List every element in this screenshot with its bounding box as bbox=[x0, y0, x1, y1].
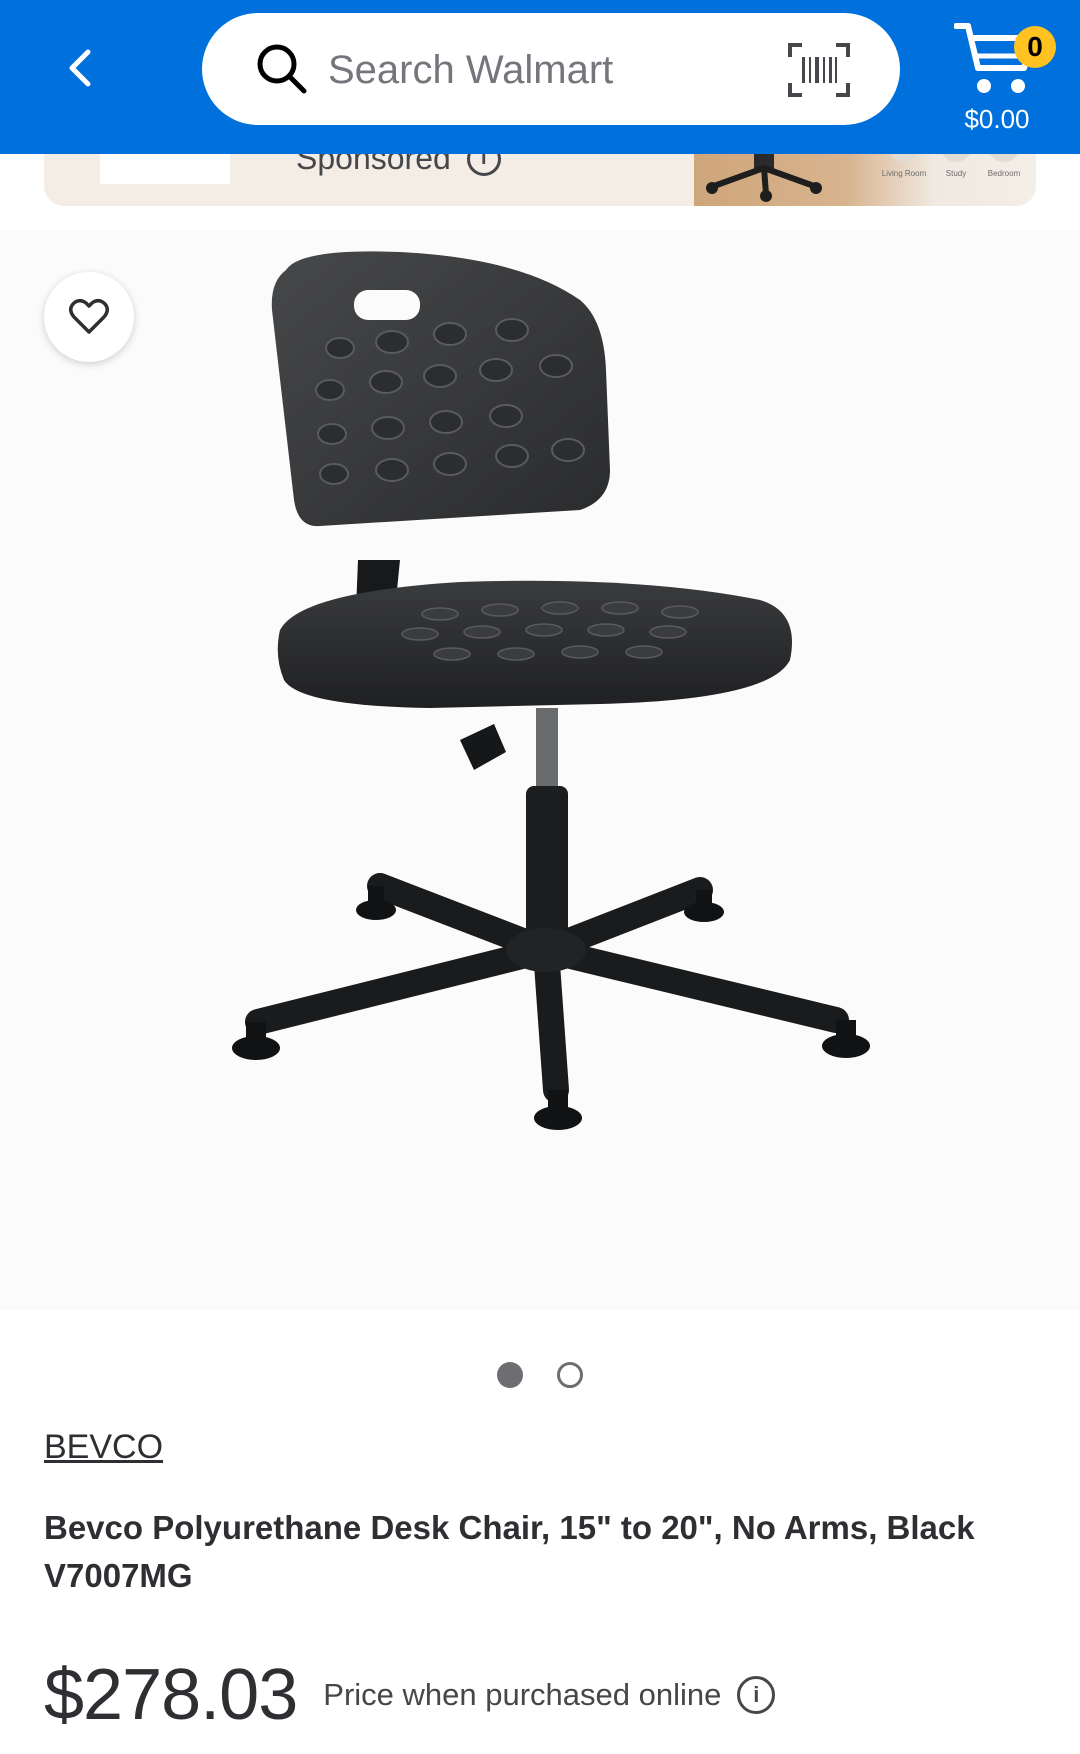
cart-count-badge: 0 bbox=[1014, 26, 1056, 68]
product-image bbox=[232, 251, 870, 1130]
cart-button[interactable]: 0 $0.00 bbox=[944, 14, 1064, 144]
favorite-button[interactable] bbox=[44, 272, 134, 362]
search-bar[interactable] bbox=[202, 13, 900, 125]
banner-caption-study: Study bbox=[946, 169, 966, 178]
cart-total: $0.00 bbox=[964, 104, 1030, 134]
search-input[interactable] bbox=[326, 39, 750, 101]
carousel-dot-1[interactable] bbox=[497, 1362, 523, 1388]
brand-link[interactable]: BEVCO bbox=[44, 1428, 163, 1467]
banner-logo bbox=[100, 154, 230, 184]
price-info-icon[interactable]: i bbox=[737, 1676, 776, 1714]
banner-caption-living-room: Living Room bbox=[882, 169, 927, 178]
product-price: $278.03 bbox=[44, 1655, 298, 1735]
product-image-carousel[interactable] bbox=[0, 230, 1080, 1310]
back-button[interactable] bbox=[52, 40, 108, 96]
chevron-left-icon bbox=[69, 49, 91, 87]
search-icon bbox=[257, 44, 307, 94]
barcode-scanner-icon bbox=[788, 43, 850, 97]
carousel-indicator bbox=[0, 1362, 1080, 1390]
banner-caption-bedroom: Bedroom bbox=[988, 169, 1021, 178]
product-title: Bevco Polyurethane Desk Chair, 15" to 20… bbox=[44, 1509, 975, 1594]
heart-icon bbox=[69, 299, 109, 334]
carousel-dot-2[interactable] bbox=[557, 1362, 583, 1388]
top-header: 0 $0.00 bbox=[0, 0, 1080, 154]
price-note: Price when purchased online bbox=[323, 1677, 722, 1712]
price-row: $278.03 Price when purchased online i bbox=[44, 1650, 776, 1740]
